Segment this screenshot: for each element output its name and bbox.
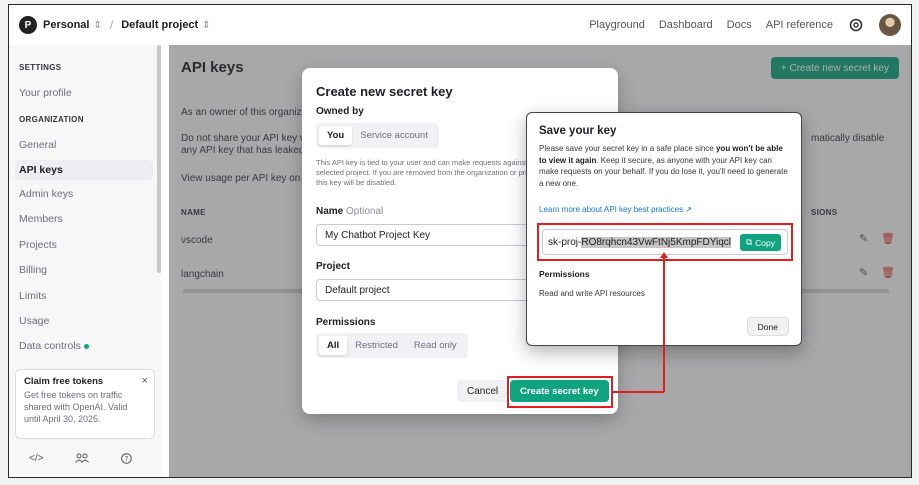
org-switcher[interactable]: Personal ⇕	[43, 19, 102, 31]
copy-label: Copy	[755, 237, 775, 248]
sidebar-item-usage[interactable]: Usage	[15, 311, 153, 331]
gear-icon[interactable]	[847, 16, 865, 34]
modal-title: Create new secret key	[316, 84, 453, 99]
save-dialog-title: Save your key	[539, 125, 617, 137]
save-dialog-description: Please save your secret key in a safe pl…	[539, 143, 789, 189]
done-button[interactable]: Done	[746, 317, 789, 336]
copy-button[interactable]: ⧉ Copy	[740, 234, 781, 251]
settings-section-title: SETTINGS	[19, 63, 62, 72]
nav-dashboard[interactable]: Dashboard	[659, 19, 713, 31]
sidebar: SETTINGS Your profile ORGANIZATION Gener…	[9, 45, 161, 477]
sidebar-footer-icons: </> ?	[29, 453, 133, 467]
status-dot-icon	[83, 343, 89, 349]
annotation-connector-vertical	[663, 255, 665, 392]
promo-card: Claim free tokens Get free tokens on tra…	[15, 369, 155, 439]
permissions-label: Permissions	[316, 317, 376, 328]
nav-api-reference[interactable]: API reference	[766, 19, 833, 31]
cancel-button[interactable]: Cancel	[457, 380, 509, 402]
help-icon[interactable]: ?	[121, 453, 133, 467]
permission-all-option[interactable]: All	[319, 336, 348, 355]
sidebar-item-general[interactable]: General	[15, 135, 153, 155]
project-label: Project	[316, 261, 350, 272]
owned-by-toggle: You Service account	[316, 123, 439, 148]
highlight-box-create-button	[507, 376, 613, 408]
users-icon[interactable]	[75, 453, 90, 467]
top-nav: Playground Dashboard Docs API reference	[589, 14, 901, 36]
breadcrumb-separator: /	[109, 18, 114, 32]
sidebar-item-your-profile[interactable]: Your profile	[15, 83, 153, 103]
owned-by-you-option[interactable]: You	[319, 126, 353, 145]
sidebar-item-label: Data controls	[19, 340, 81, 352]
name-label: Name Optional	[316, 206, 383, 217]
sidebar-item-data-controls[interactable]: Data controls	[15, 336, 153, 356]
top-bar: P Personal ⇕ / Default project ⇕ Playgro…	[9, 5, 911, 45]
key-prefix: sk-proj-	[548, 236, 582, 248]
save-text-pre: Please save your secret key in a safe pl…	[539, 144, 716, 153]
permissions-value: Read and write API resources	[539, 289, 645, 298]
org-name: Personal	[43, 19, 90, 31]
annotation-connector-horizontal	[612, 391, 664, 393]
name-label-text: Name	[316, 206, 344, 217]
organization-section-title: ORGANIZATION	[19, 115, 84, 124]
sidebar-item-projects[interactable]: Projects	[15, 235, 153, 255]
sidebar-scrollbar[interactable]	[157, 45, 161, 273]
project-name: Default project	[121, 19, 199, 31]
sidebar-item-admin-keys[interactable]: Admin keys	[15, 184, 153, 204]
project-select[interactable]: Default project	[316, 279, 546, 301]
sidebar-item-billing[interactable]: Billing	[15, 260, 153, 280]
best-practices-link[interactable]: Learn more about API key best practices …	[539, 205, 692, 214]
permissions-title: Permissions	[539, 269, 590, 279]
chevron-updown-icon: ⇕	[93, 19, 102, 31]
copy-icon: ⧉	[746, 237, 753, 247]
permission-restricted-option[interactable]: Restricted	[347, 336, 406, 355]
code-icon[interactable]: </>	[29, 453, 43, 467]
promo-body: Get free tokens on traffic shared with O…	[24, 390, 128, 424]
svg-text:?: ?	[125, 455, 129, 463]
org-avatar[interactable]: P	[19, 16, 37, 34]
promo-title: Claim free tokens	[24, 376, 104, 387]
nav-docs[interactable]: Docs	[727, 19, 752, 31]
owned-by-label: Owned by	[316, 106, 364, 117]
name-optional-hint: Optional	[346, 206, 384, 217]
permission-read-only-option[interactable]: Read only	[406, 336, 465, 355]
permissions-toggle: All Restricted Read only	[316, 333, 468, 358]
owned-by-service-account-option[interactable]: Service account	[352, 126, 436, 145]
chevron-updown-icon: ⇕	[202, 19, 211, 31]
nav-playground[interactable]: Playground	[589, 19, 645, 31]
key-name-input[interactable]: My Chatbot Project Key	[316, 224, 546, 246]
close-icon[interactable]: ×	[142, 375, 148, 387]
owned-by-hint: This API key is tied to your user and ca…	[316, 158, 544, 187]
user-avatar[interactable]	[879, 14, 901, 36]
sidebar-item-members[interactable]: Members	[15, 209, 153, 229]
sidebar-item-api-keys[interactable]: API keys	[15, 160, 153, 180]
sidebar-item-limits[interactable]: Limits	[15, 286, 153, 306]
project-switcher[interactable]: Default project ⇕	[121, 19, 210, 31]
key-selected-text: RO8rqhcn43VwFtNj5KmpFDYiqcl	[581, 236, 732, 248]
